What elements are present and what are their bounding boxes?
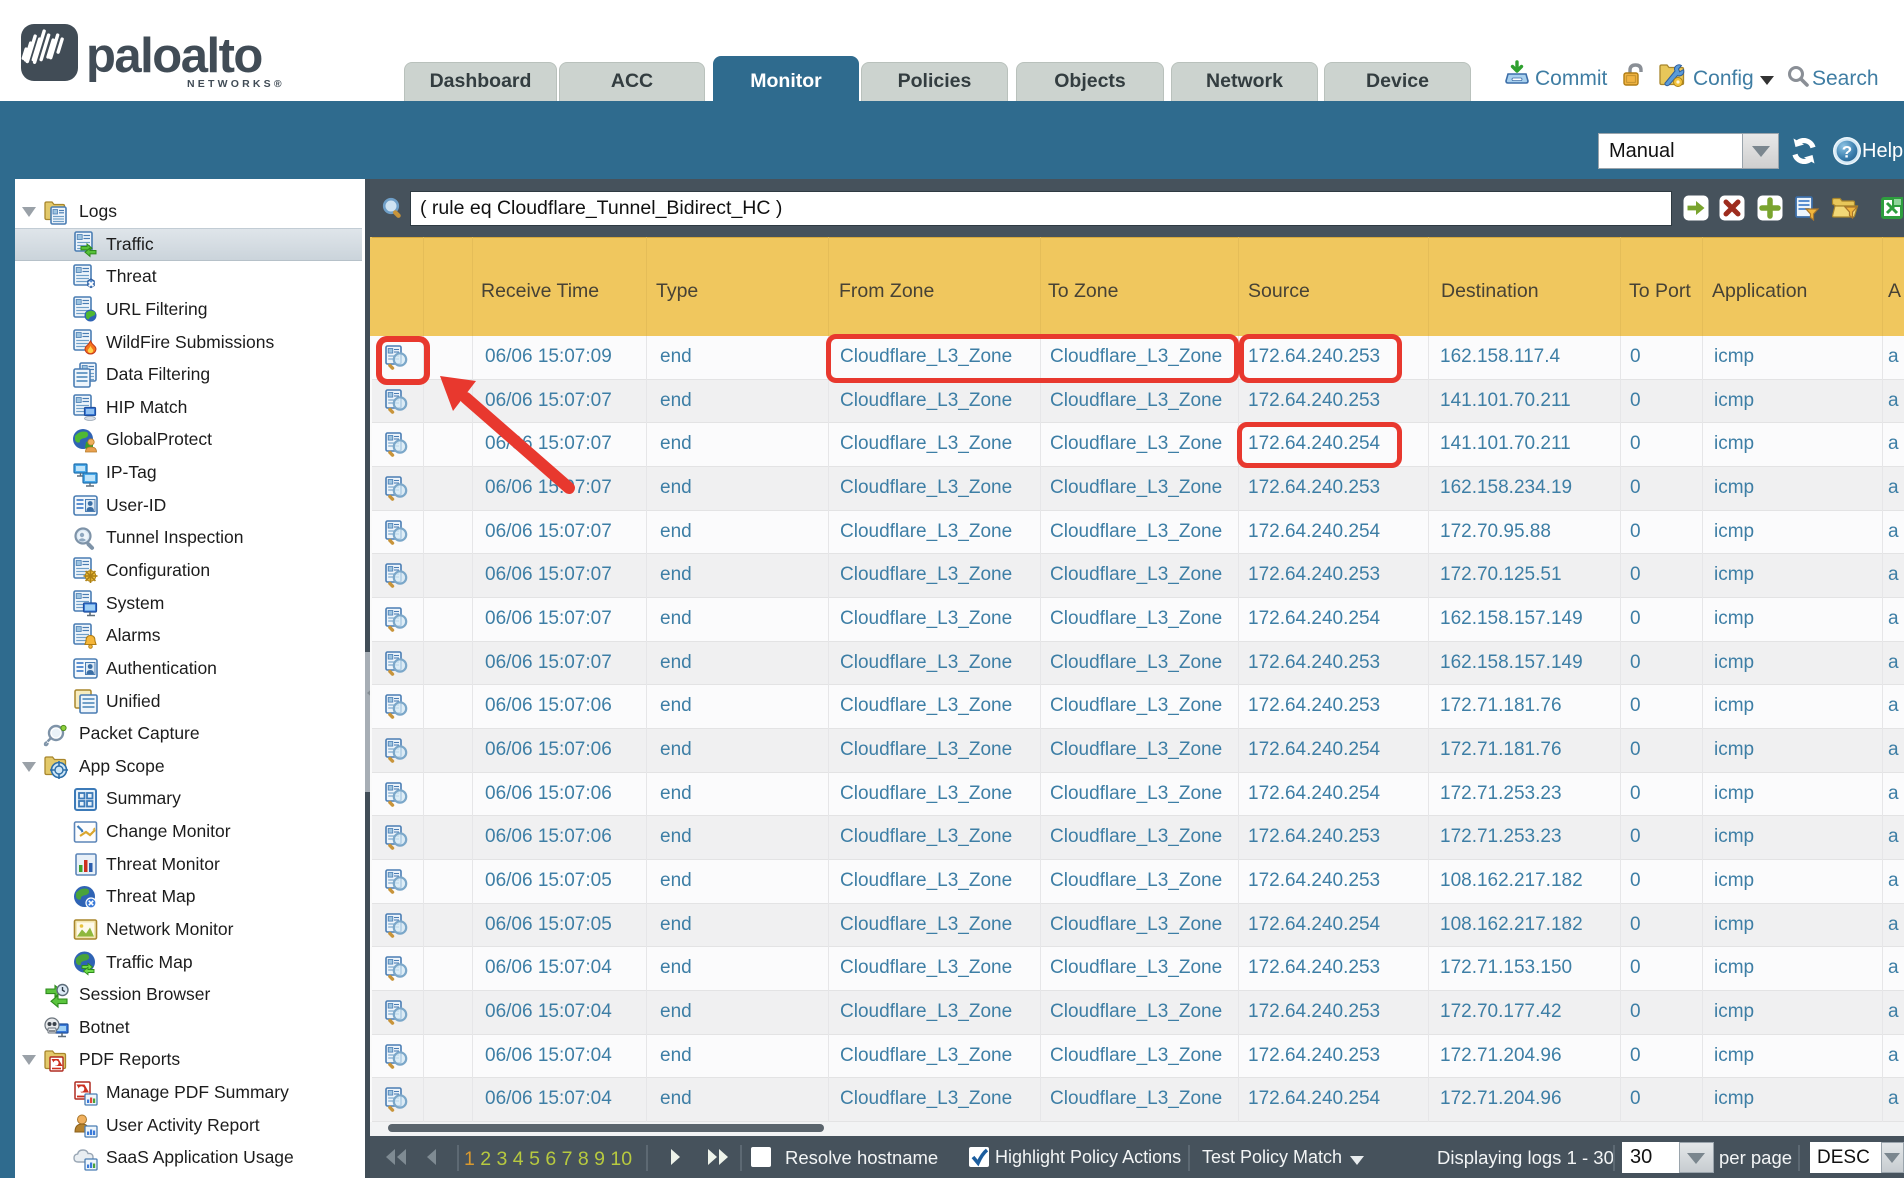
svg-text:?: ? xyxy=(1842,143,1852,162)
svg-text:NETWORKS®: NETWORKS® xyxy=(187,78,285,90)
svg-text:paloalto: paloalto xyxy=(86,29,262,83)
